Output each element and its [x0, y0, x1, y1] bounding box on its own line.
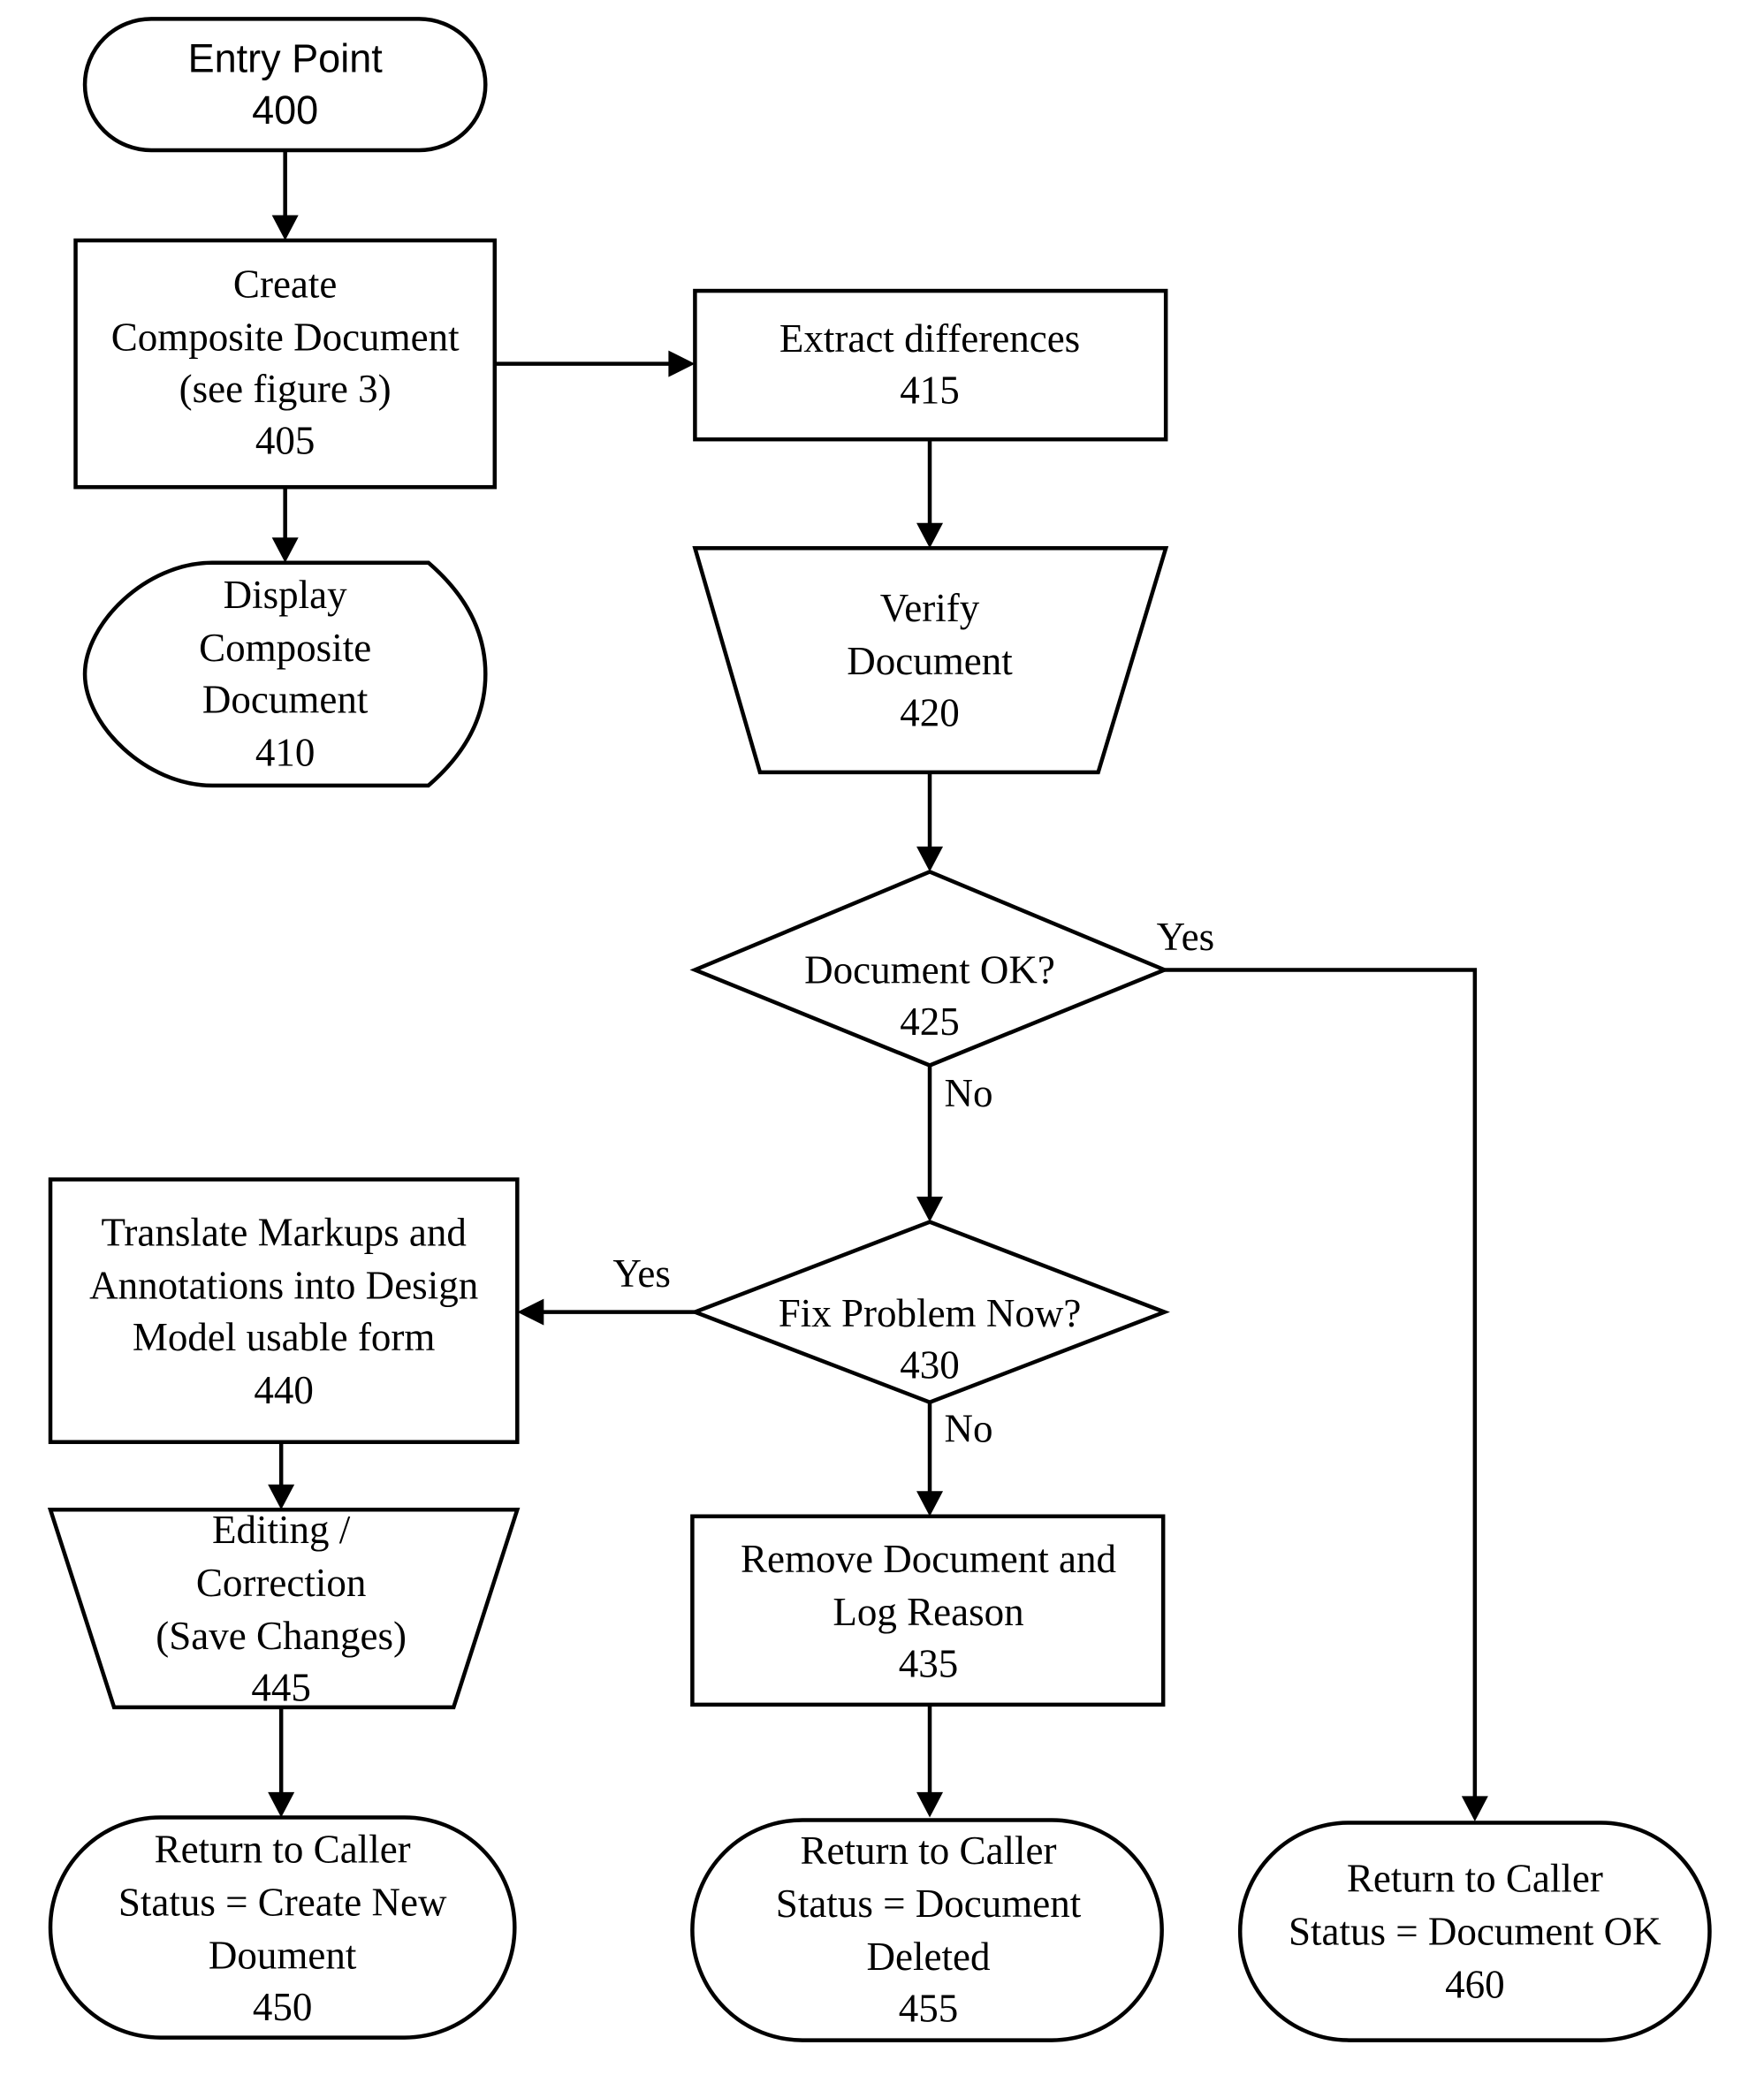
node-450-return-create-new[interactable]: Return to Caller Status = Create New Dou… — [48, 1815, 517, 2040]
edge-400-405 — [271, 149, 299, 241]
node-440-line-4: 440 — [254, 1368, 314, 1412]
node-415-line-1: Extract differences — [779, 316, 1080, 361]
node-455-line-2: Status = Document — [776, 1882, 1082, 1926]
node-455-line-1: Return to Caller — [801, 1828, 1057, 1873]
edge-440-445 — [268, 1441, 295, 1510]
edge-415-420 — [916, 439, 944, 549]
node-450-line-4: 450 — [253, 1985, 313, 2029]
node-445-line-3: (Save Changes) — [156, 1614, 407, 1658]
node-405-line-4: 405 — [255, 419, 316, 463]
edge-label-yes-425: Yes — [1157, 915, 1215, 959]
edge-405-415 — [494, 350, 696, 377]
node-450-line-1: Return to Caller — [155, 1827, 411, 1871]
node-405-create-composite-document[interactable]: Create Composite Document (see figure 3)… — [73, 238, 498, 490]
edge-430-435: No — [916, 1402, 993, 1517]
node-425-line-1: Document OK? — [804, 947, 1055, 992]
node-410-line-4: 410 — [255, 730, 316, 774]
edge-425-430: No — [916, 1065, 993, 1222]
node-435-line-2: Log Reason — [833, 1590, 1023, 1634]
node-420-line-1: Verify — [880, 586, 980, 630]
node-455-line-4: 455 — [899, 1987, 959, 2031]
node-455-line-3: Deleted — [867, 1935, 991, 1979]
edge-430-440: Yes — [517, 1251, 696, 1326]
node-410-line-3: Document — [202, 677, 369, 721]
node-430-line-2: 430 — [900, 1343, 960, 1387]
node-450-line-2: Status = Create New — [118, 1880, 447, 1924]
node-405-line-1: Create — [233, 262, 337, 307]
node-440-translate-markups[interactable]: Translate Markups and Annotations into D… — [48, 1177, 520, 1444]
node-425-document-ok-decision[interactable]: Document OK? 425 — [689, 869, 1170, 1068]
node-440-line-2: Annotations into Design — [89, 1264, 478, 1308]
node-420-line-2: Document — [847, 639, 1013, 683]
node-460-line-3: 460 — [1445, 1963, 1505, 2007]
node-460-line-1: Return to Caller — [1347, 1856, 1603, 1900]
node-435-line-1: Remove Document and — [741, 1537, 1116, 1581]
node-445-line-4: 445 — [251, 1665, 311, 1709]
node-445-line-2: Correction — [196, 1561, 367, 1605]
node-435-line-3: 435 — [899, 1641, 959, 1685]
node-430-line-1: Fix Problem Now? — [779, 1291, 1082, 1335]
node-415-line-2: 415 — [900, 369, 960, 413]
node-410-line-1: Display — [224, 573, 348, 617]
node-400-entry-point[interactable]: Entry Point 400 — [82, 17, 488, 153]
node-430-fix-problem-now-decision[interactable]: Fix Problem Now? 430 — [689, 1220, 1170, 1405]
edge-445-450 — [268, 1707, 295, 1818]
node-460-line-2: Status = Document OK — [1289, 1910, 1661, 1954]
edge-420-425 — [916, 772, 944, 872]
node-400-line-2: 400 — [252, 87, 318, 133]
node-440-line-1: Translate Markups and — [101, 1211, 466, 1255]
node-460-return-document-ok[interactable]: Return to Caller Status = Document OK 46… — [1237, 1821, 1712, 2042]
node-450-line-3: Doument — [209, 1934, 357, 1978]
node-400-line-1: Entry Point — [188, 35, 384, 80]
flowchart: Yes No Yes No Entry Point 400 Create Com… — [47, 17, 1712, 2042]
edge-label-no-425: No — [945, 1071, 993, 1115]
node-455-return-document-deleted[interactable]: Return to Caller Status = Document Delet… — [690, 1818, 1164, 2042]
node-410-display-composite-document[interactable]: Display Composite Document 410 — [82, 560, 488, 788]
node-435-remove-document[interactable]: Remove Document and Log Reason 435 — [690, 1514, 1166, 1707]
edge-435-455 — [916, 1704, 944, 1818]
node-445-line-1: Editing / — [212, 1508, 351, 1552]
edge-425-460: Yes — [1157, 915, 1488, 1821]
node-405-line-3: (see figure 3) — [179, 367, 392, 411]
node-410-line-2: Composite — [199, 626, 371, 670]
edge-label-yes-430: Yes — [612, 1251, 671, 1296]
edge-label-no-430: No — [945, 1407, 993, 1451]
node-415-extract-differences[interactable]: Extract differences 415 — [693, 288, 1168, 442]
node-440-line-3: Model usable form — [133, 1315, 436, 1359]
node-420-verify-document[interactable]: Verify Document 420 — [692, 545, 1169, 775]
node-445-editing-correction[interactable]: Editing / Correction (Save Changes) 445 — [47, 1508, 521, 1710]
node-420-line-3: 420 — [900, 690, 960, 734]
node-405-line-2: Composite Document — [111, 315, 460, 360]
node-425-line-2: 425 — [900, 1000, 960, 1044]
edge-405-410 — [271, 487, 299, 563]
